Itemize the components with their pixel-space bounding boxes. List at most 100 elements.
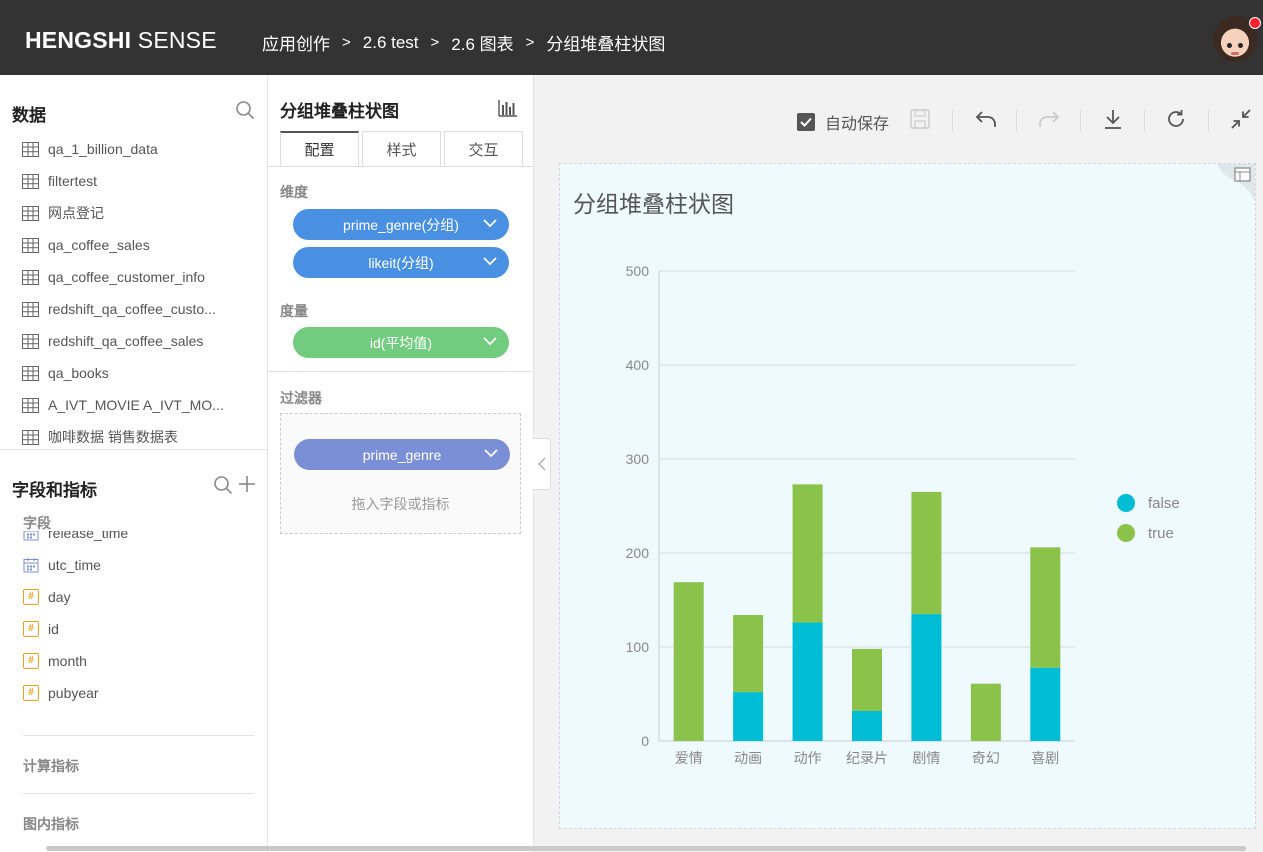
fields-label: 字段 [23,515,51,531]
list-item[interactable]: # month [0,645,267,677]
chevron-down-icon[interactable] [483,336,497,346]
bar-true [673,582,704,741]
search-icon[interactable] [235,100,255,120]
bar-false [792,622,823,741]
divider [0,449,267,450]
tab-config[interactable]: 配置 [280,131,359,167]
dimension-label: 维度 [280,184,308,200]
list-item[interactable]: qa_1_billion_data [0,133,267,165]
chart-card[interactable]: 分组堆叠柱状图 0 100 200 300 400 500 爱情 动画 动作 纪录片 剧情 奇幻 喜剧 f… [559,163,1256,829]
measure-label: 度量 [280,303,308,319]
breadcrumb-separator: > [430,34,440,51]
breadcrumb-item-project[interactable]: 2.6 test [363,33,419,53]
bar-true [792,484,823,623]
refresh-icon[interactable] [1165,108,1187,130]
dimension-pill[interactable]: prime_genre(分组) [293,209,509,240]
list-item[interactable]: redshift_qa_coffee_sales [0,325,267,357]
list-item[interactable]: qa_coffee_sales [0,229,267,261]
y-tick-label: 200 [626,545,650,561]
y-tick-label: 0 [641,733,649,749]
add-icon[interactable] [238,475,256,493]
filter-pill[interactable]: prime_genre [294,439,510,470]
number-icon: # [23,589,39,605]
table-icon [22,429,39,445]
y-tick-label: 400 [626,357,650,373]
number-icon: # [23,621,39,637]
bar-false [852,710,882,741]
x-tick-label: 纪录片 [846,750,888,766]
list-item[interactable]: A_IVT_MOVIE A_IVT_MO... [0,389,267,421]
notification-badge [1249,17,1261,29]
collapse-icon[interactable] [1230,108,1252,130]
calendar-icon [23,531,39,541]
breadcrumb-separator: > [342,34,351,51]
dimension-pill[interactable]: likeit(分组) [293,247,509,278]
list-item[interactable]: utc_time [0,549,267,581]
list-item[interactable]: filtertest [0,165,267,197]
autosave-checkbox[interactable] [797,113,815,131]
chevron-down-icon[interactable] [483,218,497,228]
divider [23,793,254,794]
legend-marker [1117,494,1135,512]
bar-true [970,683,1001,741]
bar-true [911,491,942,615]
breadcrumb-separator: > [525,34,535,51]
table-icon [22,269,39,285]
y-tick-label: 500 [626,263,650,279]
field-list: release_time utc_time # day # id # month # p… [0,531,267,721]
breadcrumb-item-dashboard[interactable]: 2.6 图表 [451,30,513,55]
number-icon: # [23,653,39,669]
download-icon[interactable] [1102,108,1124,130]
table-list: qa_1_billion_data filtertest 网点登记 qa_cof… [0,133,267,453]
calc-metrics-label[interactable]: 计算指标 [23,756,79,776]
toolbar: 自动保存 [534,75,1263,163]
brand-logo[interactable]: HENGSHI SENSE [25,27,217,54]
list-item[interactable]: # pubyear [0,677,267,709]
search-icon[interactable] [213,475,233,495]
horizontal-scrollbar[interactable] [46,846,1246,851]
y-tick-label: 100 [626,639,650,655]
bar-true [852,648,882,711]
chevron-left-icon [537,457,545,471]
autosave-toggle[interactable]: 自动保存 [797,110,889,134]
list-item[interactable]: # id [0,613,267,645]
list-item[interactable]: redshift_qa_coffee_custo... [0,293,267,325]
filter-hint: 拖入字段或指标 [351,496,450,512]
list-item[interactable]: # day [0,581,267,613]
check-icon [800,117,812,127]
list-item[interactable]: qa_coffee_customer_info [0,261,267,293]
redo-icon[interactable] [1037,108,1061,130]
undo-icon[interactable] [974,108,998,130]
table-icon [22,173,39,189]
number-icon: # [23,685,39,701]
chart-metrics-label[interactable]: 图内指标 [23,814,79,834]
chevron-down-icon[interactable] [483,256,497,266]
list-item[interactable]: qa_books [0,357,267,389]
chart-canvas: 0 100 200 300 400 500 爱情 动画 动作 纪录片 剧情 奇幻 喜剧 false true [626,263,1180,766]
x-tick-label: 剧情 [912,750,940,766]
breadcrumb-item-current: 分组堆叠柱状图 [546,35,666,54]
tab-style[interactable]: 样式 [362,131,441,167]
top-bar: HENGSHI SENSE 应用创作 > 2.6 test > 2.6 图表 >… [0,0,1263,75]
list-item[interactable]: release_time [0,531,267,549]
divider [1016,110,1017,132]
divider [268,371,533,372]
breadcrumb: 应用创作 > 2.6 test > 2.6 图表 > 分组堆叠柱状图 [262,30,665,55]
config-panel: 分组堆叠柱状图 配置 样式 交互 维度 prime_genre(分组) like… [268,75,534,852]
list-item[interactable]: 网点登记 [0,197,267,229]
calendar-icon [23,558,39,573]
breadcrumb-item-app[interactable]: 应用创作 [262,30,330,55]
bar-chart-icon[interactable] [498,99,518,117]
save-icon[interactable] [909,108,931,130]
divider [952,110,953,132]
legend-marker [1117,524,1135,542]
tab-interaction[interactable]: 交互 [444,131,523,167]
collapse-panel-button[interactable] [533,438,551,490]
config-panel-title: 分组堆叠柱状图 [280,102,399,121]
divider [1080,110,1081,132]
table-icon [22,141,39,157]
chevron-down-icon[interactable] [484,448,498,458]
measure-pill[interactable]: id(平均值) [293,327,509,358]
filter-dropzone[interactable]: prime_genre 拖入字段或指标 [280,413,521,534]
legend-label: false [1148,495,1180,512]
